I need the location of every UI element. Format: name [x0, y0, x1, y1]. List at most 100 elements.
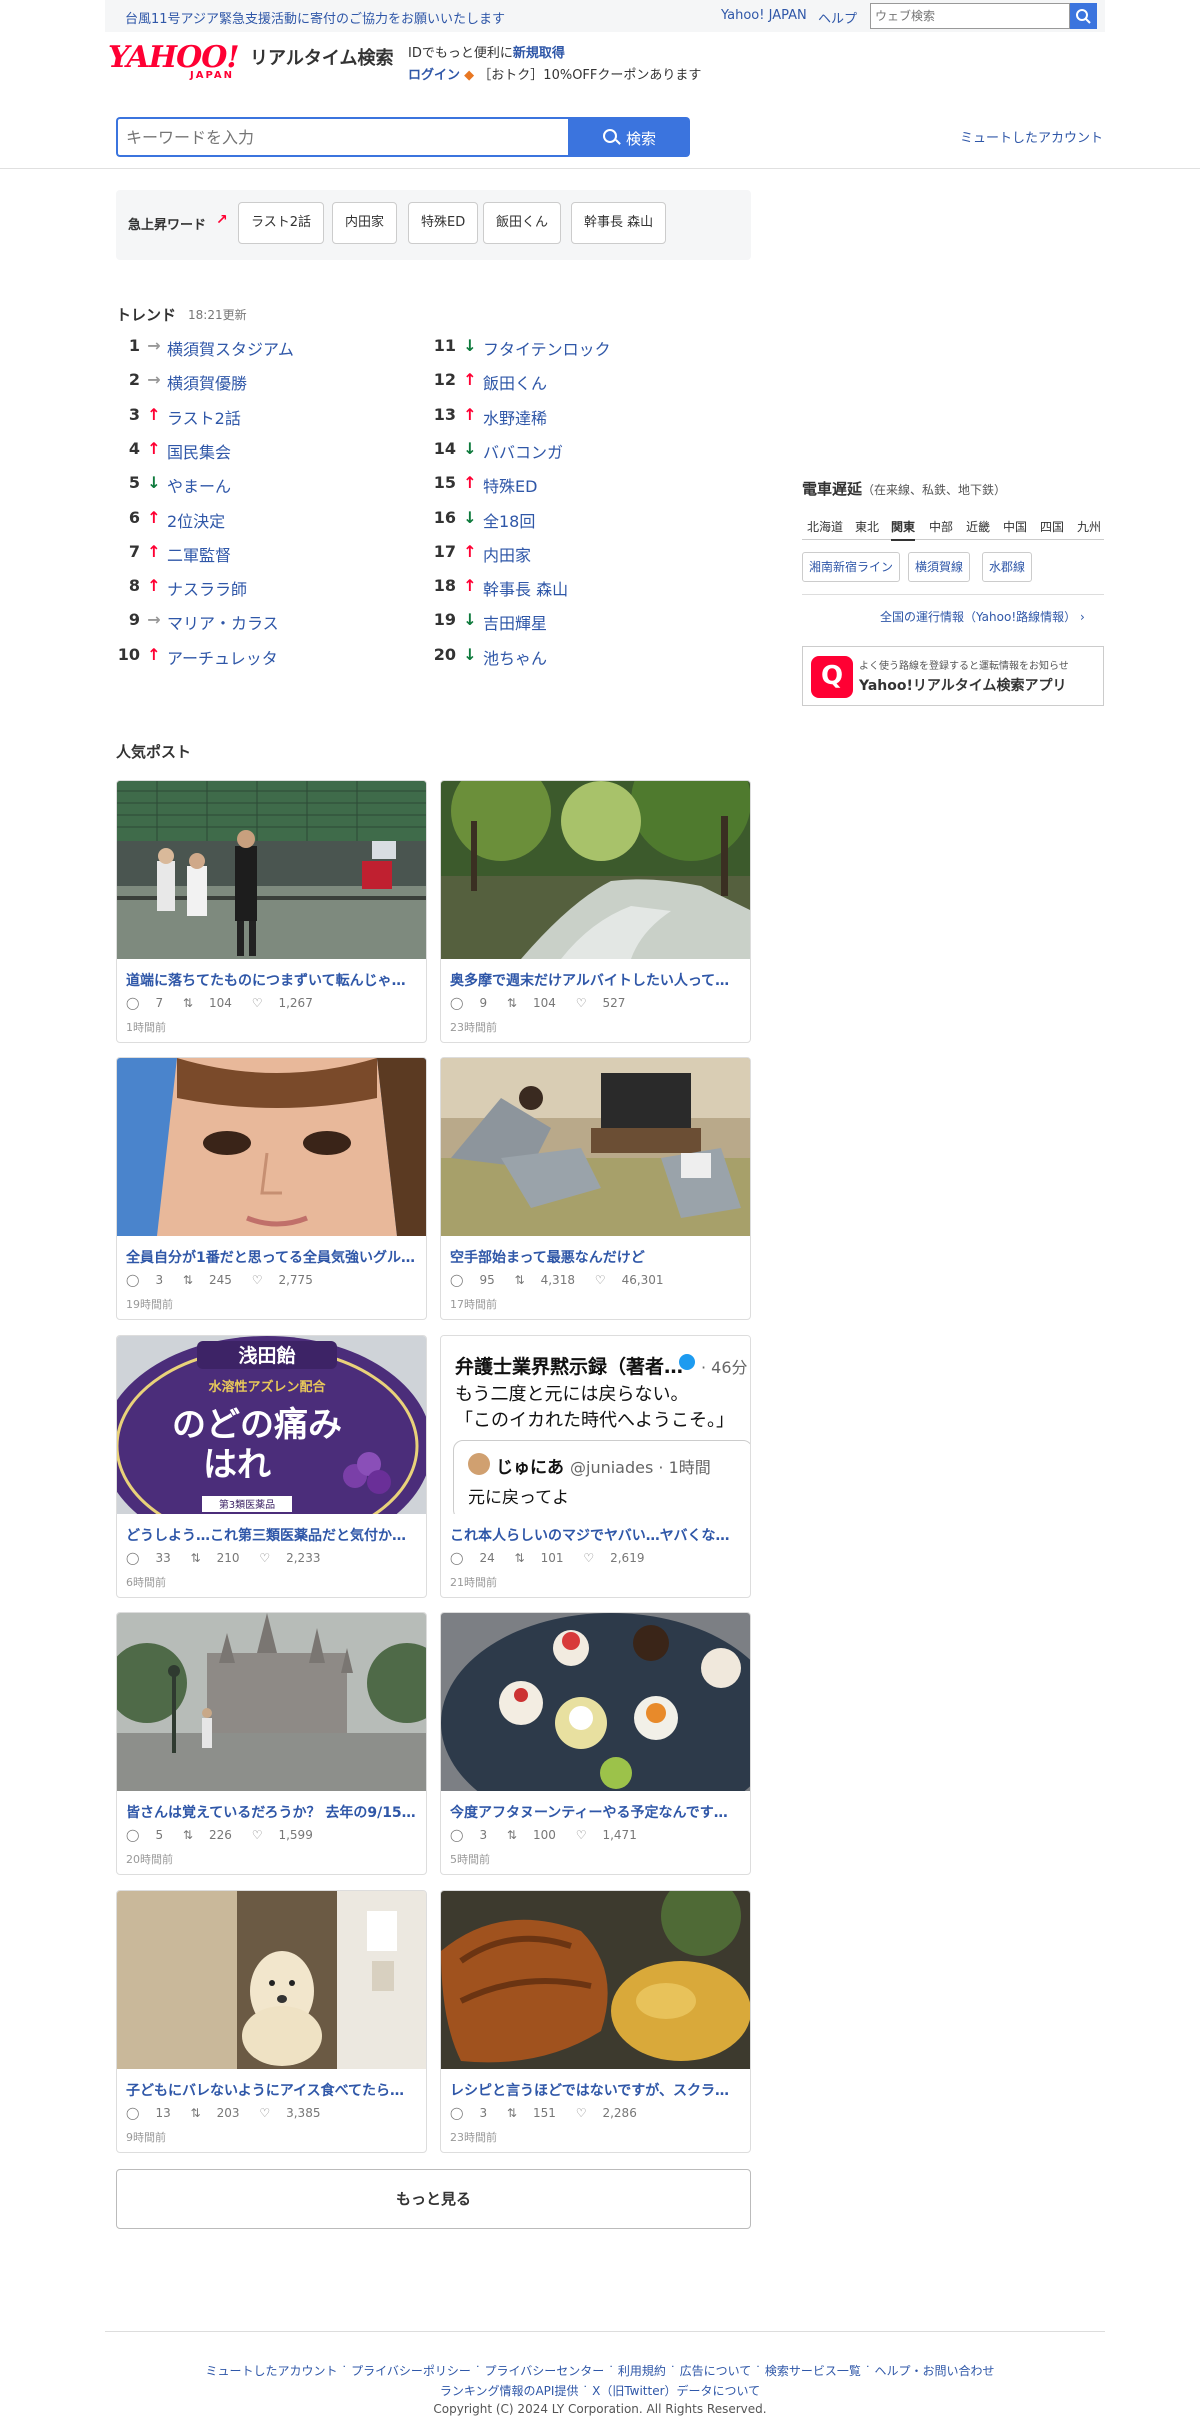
like-icon[interactable]: ♡ — [576, 2106, 587, 2120]
trend-word[interactable]: アーチュレッタ — [167, 645, 278, 669]
reply-icon[interactable]: ◯ — [450, 1828, 463, 1842]
post-card[interactable]: 弁護士業界黙示録（著者… · 46分 もう二度と元には戻らない。 「このイカれた… — [440, 1335, 751, 1598]
footer-link[interactable]: プライバシーポリシー — [351, 2364, 471, 2378]
trend-word[interactable]: 二軍監督 — [167, 542, 231, 566]
trend-word[interactable]: 全18回 — [483, 508, 535, 532]
trend-word[interactable]: 横須賀スタジアム — [167, 336, 294, 360]
footer-link[interactable]: 利用規約 — [618, 2364, 666, 2378]
login-link[interactable]: ログイン — [408, 68, 460, 83]
service-title[interactable]: リアルタイム検索 — [250, 44, 393, 70]
trend-word[interactable]: 幹事長 森山 — [483, 576, 568, 600]
trend-item[interactable]: 16 ↓ 全18回 — [432, 508, 732, 538]
muted-accounts-link[interactable]: ミュートしたアカウント — [960, 127, 1103, 146]
delayed-line-chip[interactable]: 水郡線 — [982, 552, 1033, 582]
post-card[interactable]: 浅田飴 水溶性アズレン配合 のどの痛み はれ 第3類医薬品 どうしよう…これ第三… — [116, 1335, 427, 1598]
post-card[interactable]: 皆さんは覚えているだろうか？ 去年の9/15… ◯ 5 ⇅ 226 ♡ 1,599 2… — [116, 1612, 427, 1875]
tab-region[interactable]: 関東 — [891, 518, 916, 541]
donation-notice-link[interactable]: 台風11号アジア緊急支援活動に寄付のご協力をお願いいたします — [125, 8, 505, 27]
repost-icon[interactable]: ⇅ — [515, 1273, 525, 1287]
trend-item[interactable]: 2 → 横須賀優勝 — [116, 370, 416, 400]
surge-chip[interactable]: 幹事長 森山 — [571, 202, 667, 244]
trend-item[interactable]: 13 ↑ 水野達稀 — [432, 405, 732, 435]
trend-word[interactable]: ババコンガ — [483, 439, 563, 463]
trend-word[interactable]: 吉田輝星 — [483, 610, 547, 634]
route-info-link[interactable]: 全国の運行情報（Yahoo!路線情報） › — [880, 608, 1085, 625]
trend-word[interactable]: やまーん — [167, 473, 231, 497]
footer-link[interactable]: X（旧Twitter）データについて — [592, 2384, 760, 2398]
trend-item[interactable]: 3 ↑ ラスト2話 — [116, 405, 416, 435]
trend-word[interactable]: 内田家 — [483, 542, 531, 566]
like-icon[interactable]: ♡ — [252, 1273, 263, 1287]
repost-icon[interactable]: ⇅ — [507, 2106, 517, 2120]
tab-region[interactable]: 中国 — [1003, 518, 1027, 535]
post-title[interactable]: 今度アフタヌーンティーやる予定なんです… — [450, 1802, 742, 1822]
search-input[interactable] — [116, 117, 568, 157]
footer-link[interactable]: ミュートしたアカウント — [205, 2364, 337, 2378]
post-card[interactable]: 全員自分が1番だと思ってる全員気強いグル… ◯ 3 ⇅ 245 ♡ 2,775 19時… — [116, 1057, 427, 1320]
trend-word[interactable]: 池ちゃん — [483, 645, 547, 669]
post-title[interactable]: 子どもにバレないようにアイス食べてたら… — [126, 2080, 418, 2100]
coupon-link[interactable]: ［おトク］10%OFFクーポンあります — [478, 68, 701, 83]
trend-word[interactable]: フタイテンロック — [483, 336, 611, 360]
post-title[interactable]: これ本人らしいのマジでヤバい…ヤバくな… — [450, 1525, 742, 1545]
trend-item[interactable]: 11 ↓ フタイテンロック — [432, 336, 732, 366]
tab-region[interactable]: 九州 — [1077, 518, 1101, 535]
reply-icon[interactable]: ◯ — [450, 1273, 463, 1287]
like-icon[interactable]: ♡ — [259, 1551, 270, 1565]
post-title[interactable]: 奥多摩で週末だけアルバイトしたい人って… — [450, 970, 742, 990]
yahoo-logo[interactable]: YAHOO! JAPAN — [108, 40, 248, 82]
surge-chip[interactable]: 特殊ED — [408, 202, 479, 244]
footer-link[interactable]: 広告について — [680, 2364, 752, 2378]
trend-item[interactable]: 8 ↑ ナスララ師 — [116, 576, 416, 606]
web-search-button[interactable] — [1070, 3, 1097, 29]
trend-word[interactable]: 飯田くん — [483, 370, 547, 394]
register-link[interactable]: 新規取得 — [513, 46, 565, 61]
reply-icon[interactable]: ◯ — [450, 1551, 463, 1565]
trend-item[interactable]: 7 ↑ 二軍監督 — [116, 542, 416, 572]
post-card[interactable]: 奥多摩で週末だけアルバイトしたい人って… ◯ 9 ⇅ 104 ♡ 527 23時間前 — [440, 780, 751, 1043]
trend-item[interactable]: 9 → マリア・カラス — [116, 610, 416, 640]
footer-link[interactable]: ランキング情報のAPI提供 — [440, 2384, 579, 2398]
trend-item[interactable]: 18 ↑ 幹事長 森山 — [432, 576, 732, 606]
trend-word[interactable]: 横須賀優勝 — [167, 370, 247, 394]
reply-icon[interactable]: ◯ — [450, 2106, 463, 2120]
tab-region[interactable]: 中部 — [929, 518, 953, 535]
web-search-input[interactable] — [870, 3, 1070, 29]
trend-item[interactable]: 15 ↑ 特殊ED — [432, 473, 732, 503]
trend-item[interactable]: 10 ↑ アーチュレッタ — [116, 645, 416, 675]
repost-icon[interactable]: ⇅ — [507, 996, 517, 1010]
trend-item[interactable]: 17 ↑ 内田家 — [432, 542, 732, 572]
repost-icon[interactable]: ⇅ — [183, 1828, 193, 1842]
reply-icon[interactable]: ◯ — [126, 1828, 139, 1842]
surge-chip[interactable]: 飯田くん — [483, 202, 562, 244]
repost-icon[interactable]: ⇅ — [183, 1273, 193, 1287]
search-button[interactable]: 検索 — [568, 117, 690, 157]
surge-chip[interactable]: 内田家 — [332, 202, 398, 244]
reply-icon[interactable]: ◯ — [126, 1273, 139, 1287]
like-icon[interactable]: ♡ — [259, 2106, 270, 2120]
reply-icon[interactable]: ◯ — [450, 996, 463, 1010]
repost-icon[interactable]: ⇅ — [183, 996, 193, 1010]
show-more-button[interactable]: もっと見る — [116, 2169, 751, 2229]
trend-word[interactable]: 国民集会 — [167, 439, 231, 463]
delayed-line-chip[interactable]: 湘南新宿ライン — [802, 552, 901, 582]
footer-link[interactable]: 検索サービス一覧 — [765, 2364, 861, 2378]
trend-word[interactable]: 2位決定 — [167, 508, 225, 532]
help-link[interactable]: ヘルプ — [818, 8, 857, 27]
reply-icon[interactable]: ◯ — [126, 2106, 139, 2120]
repost-icon[interactable]: ⇅ — [507, 1828, 517, 1842]
post-title[interactable]: 全員自分が1番だと思ってる全員気強いグル… — [126, 1247, 418, 1267]
like-icon[interactable]: ♡ — [583, 1551, 594, 1565]
reply-icon[interactable]: ◯ — [126, 1551, 139, 1565]
footer-link[interactable]: ヘルプ・お問い合わせ — [875, 2364, 995, 2378]
post-card[interactable]: レシピと言うほどではないですが、スクラ… ◯ 3 ⇅ 151 ♡ 2,286 23時間… — [440, 1890, 751, 2153]
tab-region[interactable]: 近畿 — [966, 518, 990, 535]
like-icon[interactable]: ♡ — [252, 996, 263, 1010]
trend-word[interactable]: 特殊ED — [483, 473, 537, 497]
trend-word[interactable]: 水野達稀 — [483, 405, 547, 429]
post-title[interactable]: 皆さんは覚えているだろうか？ 去年の9/15… — [126, 1802, 418, 1822]
tab-region[interactable]: 四国 — [1040, 518, 1064, 535]
post-card[interactable]: 道端に落ちてたものにつまずいて転んじゃ… ◯ 7 ⇅ 104 ♡ 1,267 1時間前 — [116, 780, 427, 1043]
post-card[interactable]: 子どもにバレないようにアイス食べてたら… ◯ 13 ⇅ 203 ♡ 3,385 9時間… — [116, 1890, 427, 2153]
footer-link[interactable]: プライバシーセンター — [485, 2364, 605, 2378]
